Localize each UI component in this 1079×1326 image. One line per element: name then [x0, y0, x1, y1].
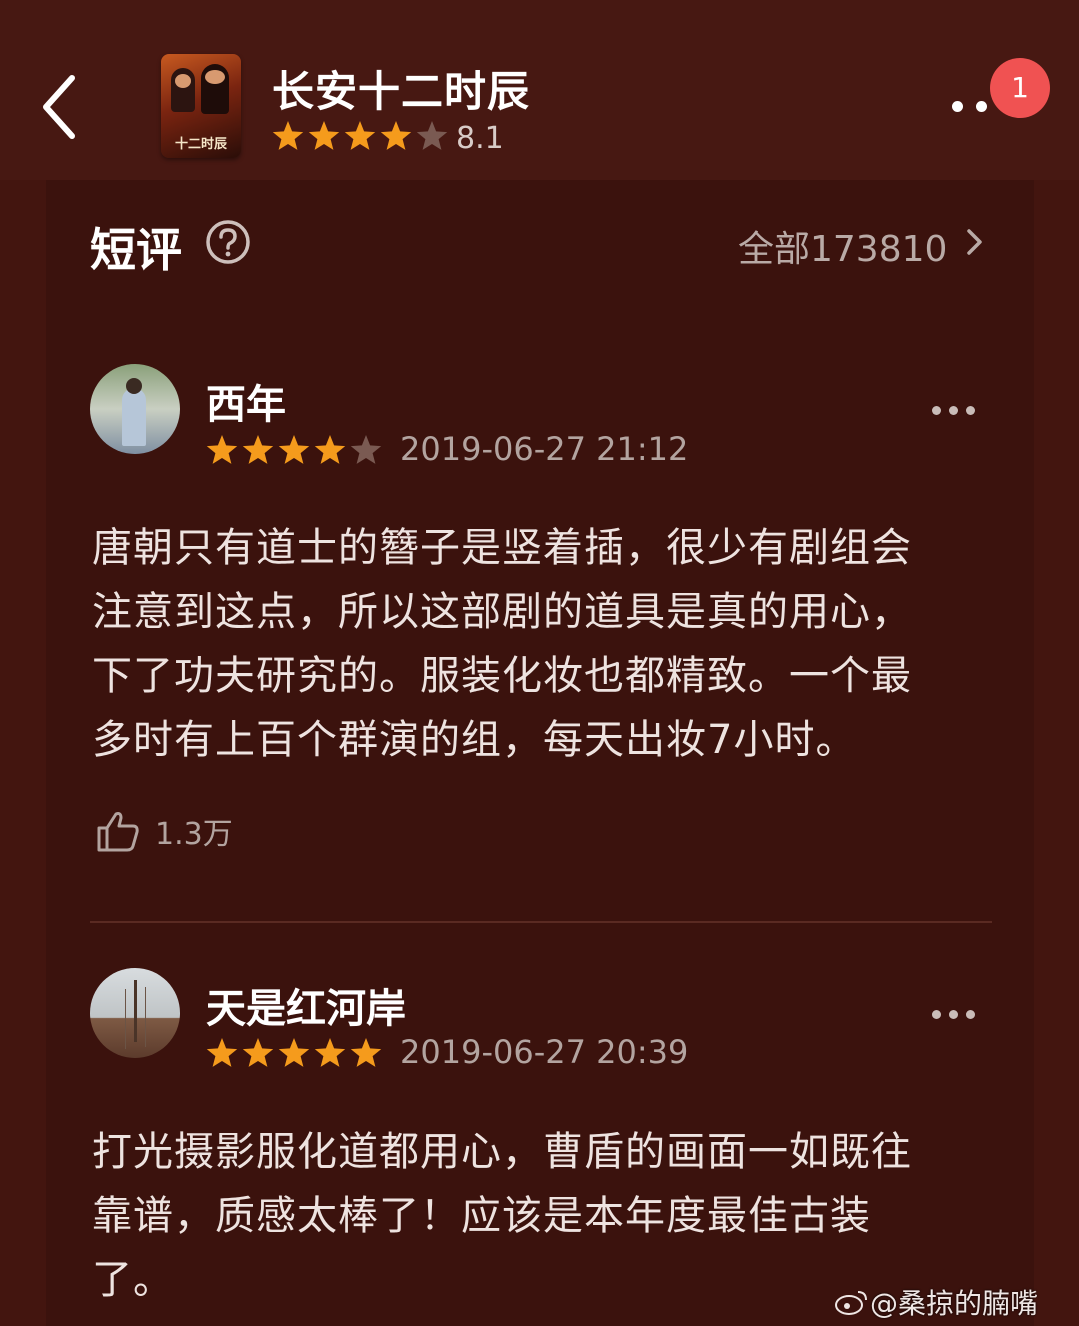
question-circle-icon[interactable] [204, 218, 252, 266]
notification-badge[interactable]: 1 [990, 58, 1050, 118]
review-stars [206, 1035, 382, 1071]
watermark: @桑掠的腩嘴 [834, 1282, 1038, 1322]
review-text-line: 下了功夫研究的。服装化妆也都精致。一个最 [92, 653, 912, 699]
star-filled-icon [206, 435, 238, 464]
more-dots-icon[interactable] [932, 406, 976, 418]
avatar[interactable] [90, 364, 180, 454]
review-text-line: 注意到这点，所以这部剧的道具是真的用心， [92, 589, 912, 635]
star-empty-icon [350, 435, 382, 464]
star-filled-icon [350, 1038, 382, 1067]
review-date: 2019-06-27 20:39 [400, 1033, 689, 1071]
star-filled-icon [314, 435, 346, 464]
more-dots-icon[interactable] [950, 95, 994, 115]
all-reviews-link[interactable]: 全部173810 [738, 220, 947, 272]
review-username[interactable]: 西年 [206, 372, 286, 430]
drama-rating: 8.1 [272, 118, 504, 158]
star-filled-icon [314, 1038, 346, 1067]
rating-score: 8.1 [456, 120, 504, 156]
thumbs-up-icon [97, 812, 139, 852]
star-filled-icon [380, 121, 412, 150]
weibo-icon [835, 1291, 867, 1315]
more-dots-icon[interactable] [932, 1010, 976, 1022]
section-title: 短评 [90, 223, 182, 277]
review-username[interactable]: 天是红河岸 [206, 976, 406, 1034]
chevron-left-icon[interactable] [38, 72, 88, 142]
rating-stars [272, 120, 448, 156]
avatar[interactable] [90, 968, 180, 1058]
review-text-line: 多时有上百个群演的组，每天出妆7小时。 [92, 717, 857, 763]
drama-poster[interactable]: 十二时辰 [161, 54, 241, 158]
review-text: 唐朝只有道士的簪子是竖着插，很少有剧组会 注意到这点，所以这部剧的道具是真的用心… [92, 516, 997, 772]
star-filled-icon [272, 121, 304, 150]
review-date: 2019-06-27 21:12 [400, 430, 689, 468]
star-filled-icon [308, 121, 340, 150]
review-text-line: 靠谱，质感太棒了！应该是本年度最佳古装 [92, 1193, 871, 1239]
like-count: 1.3万 [155, 817, 233, 852]
watermark-text: @桑掠的腩嘴 [870, 1287, 1039, 1320]
star-filled-icon [278, 435, 310, 464]
star-empty-icon [416, 121, 448, 150]
star-filled-icon [242, 1038, 274, 1067]
review-text-line: 打光摄影服化道都用心，曹盾的画面一如既往 [92, 1129, 912, 1175]
star-filled-icon [242, 435, 274, 464]
star-filled-icon [206, 1038, 238, 1067]
review-text-line: 唐朝只有道士的簪子是竖着插，很少有剧组会 [92, 525, 912, 571]
star-filled-icon [344, 121, 376, 150]
star-filled-icon [278, 1038, 310, 1067]
chevron-right-icon[interactable] [962, 226, 986, 258]
like-button[interactable]: 1.3万 [95, 808, 233, 854]
review-stars [206, 432, 382, 468]
poster-title: 十二时辰 [174, 137, 227, 152]
drama-title: 长安十二时辰 [272, 67, 531, 116]
divider [90, 921, 992, 923]
